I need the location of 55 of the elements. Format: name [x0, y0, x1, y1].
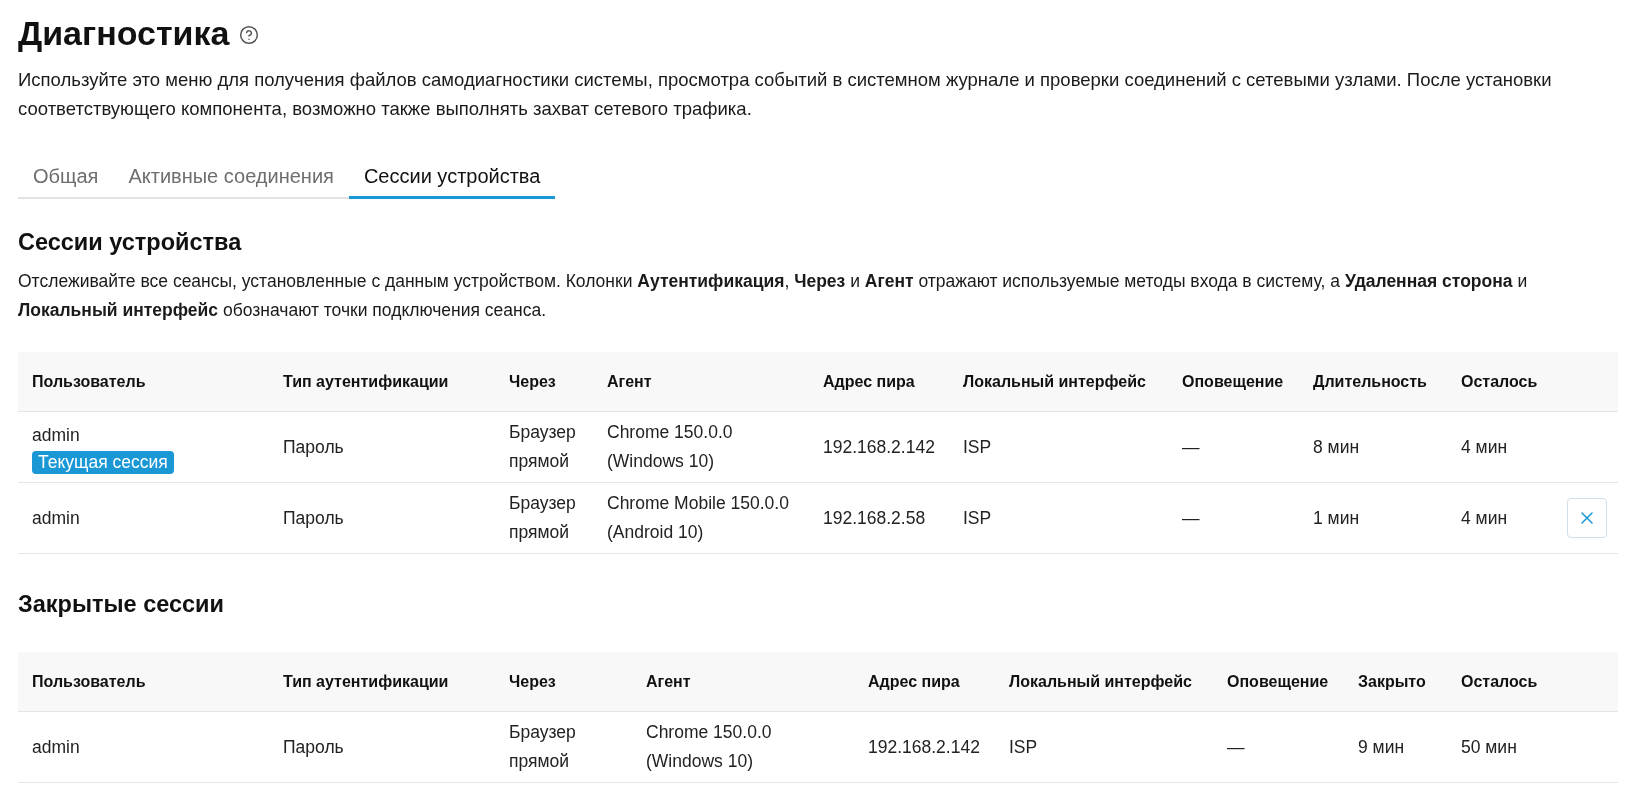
table-cell-text: Chrome 150.0.0 (Windows 10): [646, 721, 773, 773]
column-header: Оповещение: [1227, 672, 1329, 690]
table-cell-text: ISP: [963, 435, 992, 459]
section-heading: Закрытые сессии: [18, 590, 225, 619]
table-cell-text: 4 мин: [1461, 435, 1508, 459]
column-header: Оповещение: [1182, 372, 1284, 390]
table-cell-text: —: [1227, 735, 1245, 759]
column-header: Пользователь: [32, 672, 146, 690]
table-cell-text: ISP: [1009, 735, 1038, 759]
column-header: Агент: [607, 372, 652, 390]
table-cell-text: —: [1182, 506, 1200, 530]
column-header: Через: [509, 372, 556, 390]
table-cell-text: ISP: [963, 506, 992, 530]
table-cell-text: Пароль: [283, 735, 344, 759]
table-cell-text: Пароль: [283, 506, 344, 530]
help-icon[interactable]: [239, 25, 260, 45]
table-cell-text: 50 мин: [1461, 735, 1517, 759]
column-header: Адрес пира: [868, 672, 960, 690]
section-heading: Сессии устройства: [18, 228, 243, 257]
column-header: Агент: [646, 672, 691, 690]
table-cell-text: 4 мин: [1461, 506, 1508, 530]
column-header: Локальный интерфейс: [963, 372, 1146, 390]
table-cell-text: admin: [32, 506, 80, 530]
column-header: Адрес пира: [823, 372, 915, 390]
tab[interactable]: Активные соединения: [113, 152, 349, 199]
column-header: Осталось: [1461, 672, 1538, 690]
column-header: Осталось: [1461, 372, 1538, 390]
table-cell-text: admin: [32, 423, 80, 447]
column-header: Тип аутентификации: [283, 372, 449, 390]
tab[interactable]: Общая: [18, 152, 114, 199]
table-cell-text: 192.168.2.142: [823, 435, 935, 459]
page-description: Используйте это меню для получения файлов самодиагностики системы, просмотра событий в системном журнале и проверки соединений с сетевыми узлами. После установки соответствующего компонента, возможно также выполнять захват сетевого трафика.: [18, 68, 1553, 121]
table-cell-text: 1 мин: [1313, 506, 1360, 530]
table-cell-text: 9 мин: [1358, 735, 1405, 759]
table-cell-text: Браузер прямой: [509, 492, 577, 544]
column-header: Тип аутентификации: [283, 672, 449, 690]
table-cell-text: Браузер прямой: [509, 421, 577, 473]
tab[interactable]: Сессии устройства: [348, 152, 556, 199]
table-cell-text: Пароль: [283, 435, 344, 459]
table-cell-text: Chrome Mobile 150.0.0 (Android 10): [607, 492, 790, 544]
table-cell-text: 192.168.2.142: [868, 735, 980, 759]
page-title: Диагностика: [18, 13, 230, 53]
table-cell-text: Браузер прямой: [509, 721, 577, 773]
table-cell-text: admin: [32, 735, 80, 759]
section-description: Отслеживайте все сеансы, установленные с данным устройством. Колонки Аутентификация, Через и Агент отражают используемые методы входа в систему, а Удаленная сторона и Локальный интерфейс обозначают точки подключения сеанса.: [18, 270, 1529, 322]
column-header: Локальный интерфейс: [1009, 672, 1192, 690]
column-header: Длительность: [1313, 372, 1427, 390]
column-header: Пользователь: [32, 372, 146, 390]
table-cell-text: 192.168.2.58: [823, 506, 926, 530]
table-cell-text: —: [1182, 435, 1200, 459]
column-header: Закрыто: [1358, 672, 1426, 690]
table-cell-text: Chrome 150.0.0 (Windows 10): [607, 421, 734, 473]
status-badge: Текущая сессия: [32, 450, 174, 474]
column-header: Через: [509, 672, 556, 690]
table-cell-text: 8 мин: [1313, 435, 1360, 459]
